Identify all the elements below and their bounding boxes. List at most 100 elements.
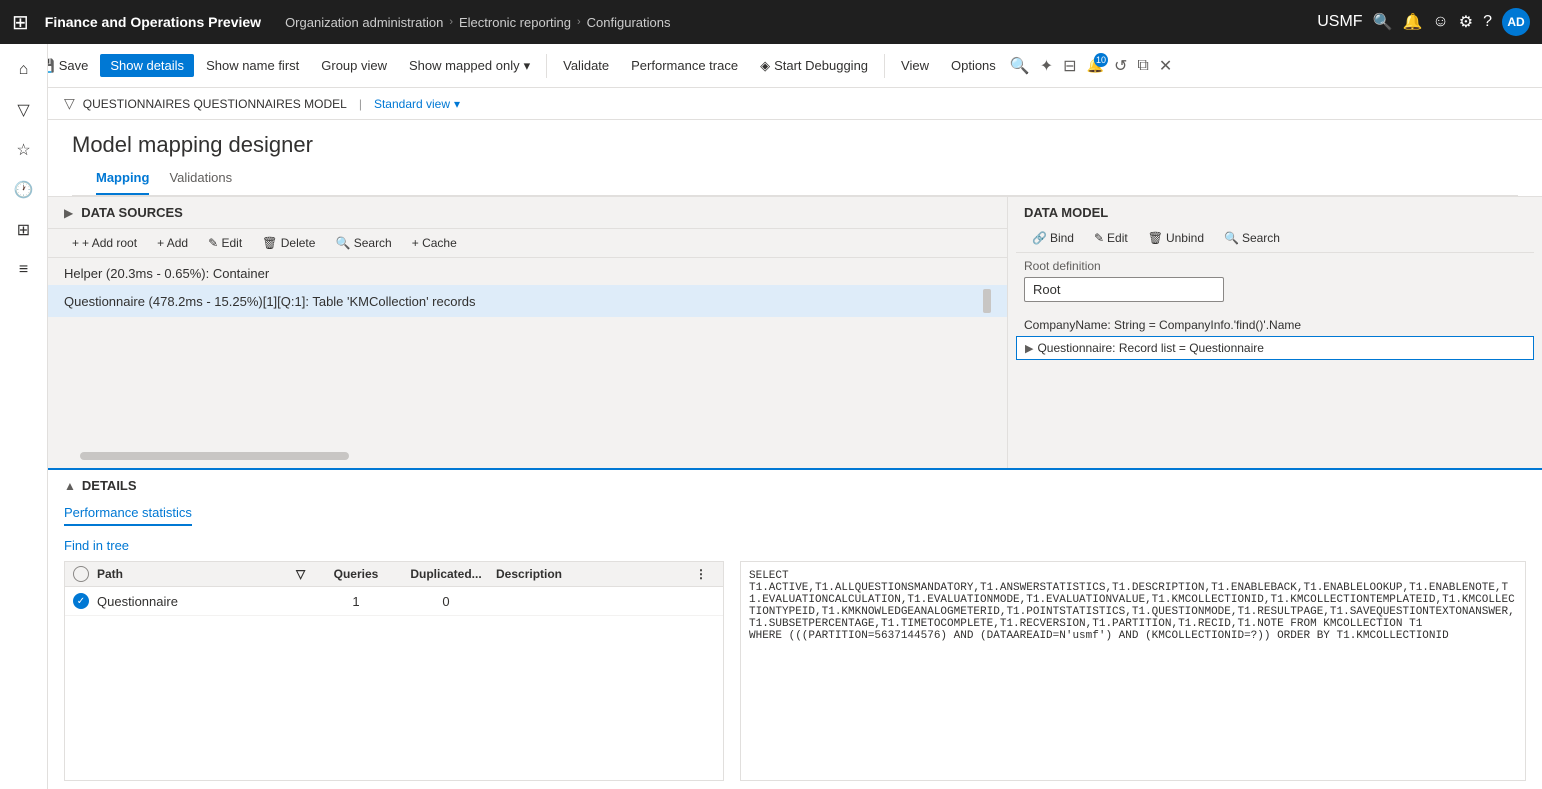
data-model-title: DATA MODEL [1016,197,1534,224]
bind-button[interactable]: 🔗 Bind [1024,228,1082,248]
grid-icon[interactable]: ⊞ [12,10,29,35]
add-root-button[interactable]: + + Add root [64,233,145,253]
search-toolbar-icon[interactable]: 🔍 [1010,56,1030,76]
tree-item-helper[interactable]: Helper (20.3ms - 0.65%): Container [48,262,1007,285]
search-ds-button[interactable]: 🔍 Search [327,233,399,253]
breadcrumb-path: QUESTIONNAIRES QUESTIONNAIRES MODEL [83,97,347,111]
usmf-label: USMF [1317,13,1362,31]
breadcrumb-er[interactable]: Electronic reporting [459,15,571,30]
show-mapped-button[interactable]: Show mapped only ▾ [399,54,540,78]
tree-item-questionnaire[interactable]: Questionnaire (478.2ms - 15.25%)[1][Q:1]… [48,285,1007,317]
cache-button[interactable]: + Cache [404,233,465,253]
datasources-header: ▶ DATA SOURCES [48,197,1007,229]
drag-handle[interactable] [983,289,991,313]
left-sidebar: ⌂ ▽ ☆ 🕐 ⊞ ≡ [0,44,48,789]
tree-item-questionnaire-label: Questionnaire (478.2ms - 15.25%)[1][Q:1]… [64,294,979,309]
app-title: Finance and Operations Preview [45,14,261,30]
close-icon[interactable]: ✕ [1159,56,1172,76]
edit-ds-button[interactable]: ✎ Edit [200,233,250,253]
sidebar-home-icon[interactable]: ⌂ [6,52,42,88]
dm-tree-questionnaire[interactable]: ▶ Questionnaire: Record list = Questionn… [1016,336,1534,360]
details-title: DETAILS [82,478,137,493]
filter-icon[interactable]: ▽ [64,95,75,112]
refresh-icon[interactable]: ↺ [1114,56,1127,76]
details-collapse-icon[interactable]: ▲ [64,479,76,493]
panels-container: ▶ DATA SOURCES + + Add root + Add ✎ Edit… [48,196,1542,468]
details-header: ▲ DETAILS [64,478,1526,493]
performance-trace-button[interactable]: Performance trace [621,54,748,77]
add-button[interactable]: + Add [149,233,196,253]
designer-area: ▶ DATA SOURCES + + Add root + Add ✎ Edit… [48,196,1542,789]
col-filter-header[interactable]: ▽ [296,567,316,581]
validate-button[interactable]: Validate [553,54,619,77]
palette-icon[interactable]: ✦ [1040,56,1053,76]
view-button[interactable]: View [891,54,939,77]
dm-tree-questionnaire-label: Questionnaire: Record list = Questionnai… [1037,341,1263,355]
row-check[interactable] [73,593,97,609]
data-model-toolbar: 🔗 Bind ✎ Edit 🗑 Unbind 🔍 Search [1016,224,1534,253]
tree-item-helper-label: Helper (20.3ms - 0.65%): Container [64,266,991,281]
edit-dm-button[interactable]: ✎ Edit [1086,228,1136,248]
unbind-button[interactable]: 🗑 Unbind [1140,228,1212,248]
details-section: ▲ DETAILS Performance statistics Find in… [48,468,1542,789]
sidebar-list-icon[interactable]: ≡ [6,252,42,288]
dm-tree-company-label: CompanyName: String = CompanyInfo.'find(… [1024,318,1301,332]
breadcrumb-bar: ▽ QUESTIONNAIRES QUESTIONNAIRES MODEL | … [48,88,1542,120]
datasources-tree: Helper (20.3ms - 0.65%): Container Quest… [48,258,1007,448]
datasources-title: DATA SOURCES [81,205,183,220]
search-dm-button[interactable]: 🔍 Search [1216,228,1288,248]
content-wrapper: ▽ QUESTIONNAIRES QUESTIONNAIRES MODEL | … [48,88,1542,789]
group-view-button[interactable]: Group view [311,54,397,77]
tab-validations[interactable]: Validations [169,162,232,195]
breadcrumb-sep: | [359,97,362,111]
tab-mapping[interactable]: Mapping [96,162,149,195]
help-icon[interactable]: ? [1483,13,1492,31]
gear-icon[interactable]: ⚙ [1459,12,1473,32]
left-panel: ▶ DATA SOURCES + + Add root + Add ✎ Edit… [48,197,1008,468]
debug-icon: ◈ [760,58,770,74]
col-check-header [73,566,97,582]
breadcrumb-org[interactable]: Organization administration [285,15,443,30]
open-icon[interactable]: ⧉ [1137,57,1148,75]
datasources-expand-icon[interactable]: ▶ [64,206,73,220]
performance-table: Path ▽ Queries Duplicated... Description… [64,561,724,781]
h-scrollbar-thumb [80,452,349,460]
options-button[interactable]: Options [941,54,1006,77]
layout-icon[interactable]: ⊟ [1063,56,1076,76]
find-in-tree-link[interactable]: Find in tree [64,534,1526,561]
bell-icon[interactable]: 🔔 [1402,12,1422,32]
face-icon[interactable]: ☺ [1432,13,1448,31]
dm-tree: CompanyName: String = CompanyInfo.'find(… [1016,314,1534,360]
datasources-toolbar: + + Add root + Add ✎ Edit 🗑 Delete 🔍 Sea… [48,229,1007,258]
h-scrollbar[interactable] [80,452,975,460]
breadcrumb-conf[interactable]: Configurations [587,15,671,30]
select-all-check[interactable] [73,566,89,582]
dropdown-arrow-icon: ▾ [524,58,531,74]
page-title: Model mapping designer [72,124,1518,162]
sidebar-calendar-icon[interactable]: ⊞ [6,212,42,248]
details-tabs: Performance statistics [64,501,1526,526]
tab-performance-stats[interactable]: Performance statistics [64,501,192,526]
delete-ds-button[interactable]: 🗑 Delete [254,233,323,253]
main-toolbar: ≡ 💾 Save Show details Show name first Gr… [0,44,1542,88]
details-content: Path ▽ Queries Duplicated... Description… [64,561,1526,781]
show-details-button[interactable]: Show details [100,54,194,77]
show-name-first-button[interactable]: Show name first [196,54,309,77]
breadcrumb: Organization administration › Electronic… [285,15,670,30]
sidebar-filter-icon[interactable]: ▽ [6,92,42,128]
sidebar-clock-icon[interactable]: 🕐 [6,172,42,208]
standard-view-select[interactable]: Standard view ▾ [374,97,460,111]
chevron-icon-1: › [449,16,453,28]
col-menu-header[interactable]: ⋮ [695,567,715,581]
col-dup-header: Duplicated... [396,567,496,581]
col-path-header[interactable]: Path [97,567,296,581]
start-debugging-button[interactable]: ◈ Start Debugging [750,54,878,78]
root-input[interactable] [1024,277,1224,302]
dm-tree-company[interactable]: CompanyName: String = CompanyInfo.'find(… [1016,314,1534,336]
sidebar-star-icon[interactable]: ☆ [6,132,42,168]
table-row[interactable]: Questionnaire 1 0 [65,587,723,616]
h-scroll-container [48,448,1007,468]
avatar[interactable]: AD [1502,8,1530,36]
sql-text[interactable]: SELECT T1.ACTIVE,T1.ALLQUESTIONSMANDATOR… [741,562,1525,780]
search-icon[interactable]: 🔍 [1373,12,1393,32]
